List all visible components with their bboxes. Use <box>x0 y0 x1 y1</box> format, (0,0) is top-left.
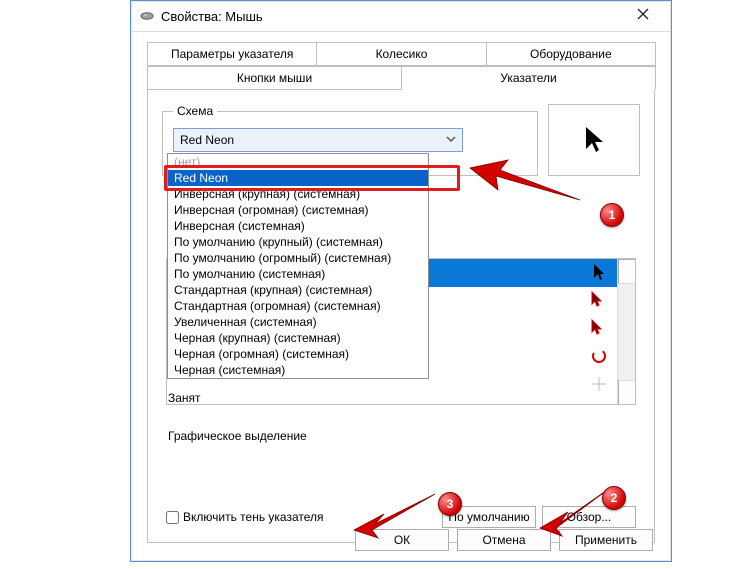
close-button[interactable] <box>623 7 663 25</box>
titlebar: Свойства: Мышь <box>131 1 671 32</box>
close-icon <box>637 8 649 20</box>
cursor-arrow-icon <box>581 125 607 155</box>
shadow-checkbox-label: Включить тень указателя <box>183 510 324 524</box>
below-labels: Занят Графическое выделение <box>168 387 307 447</box>
tab-wheel[interactable]: Колесико <box>316 42 486 66</box>
scheme-option[interactable]: Черная (системная) <box>168 362 428 378</box>
label-precision: Графическое выделение <box>168 425 307 447</box>
annotation-badge-3: 3 <box>438 492 462 516</box>
listbox-scrollbar[interactable]: ▲ ▼ <box>617 259 635 404</box>
tab-buttons[interactable]: Кнопки мыши <box>147 66 402 90</box>
mouse-icon <box>139 8 155 24</box>
annotation-badge-2: 2 <box>602 486 626 510</box>
chevron-down-icon <box>444 132 458 149</box>
cursor-help-icon <box>587 291 611 312</box>
mouse-properties-window: Свойства: Мышь Параметры указателя Колес… <box>130 0 672 562</box>
scheme-option[interactable]: Инверсная (системная) <box>168 218 428 234</box>
tab-pointers[interactable]: Указатели <box>401 66 656 90</box>
scheme-dropdown[interactable]: (нет)Red NeonИнверсная (крупная) (систем… <box>167 153 429 379</box>
scroll-down-button[interactable]: ▼ <box>618 380 636 404</box>
window-title: Свойства: Мышь <box>161 9 623 24</box>
scroll-up-button[interactable]: ▲ <box>618 259 636 284</box>
tab-hardware[interactable]: Оборудование <box>486 42 656 66</box>
cancel-button[interactable]: Отмена <box>457 529 551 551</box>
cursor-busy-icon <box>587 347 611 368</box>
scheme-option[interactable]: Стандартная (крупная) (системная) <box>168 282 428 298</box>
tab-pointer-options[interactable]: Параметры указателя <box>147 42 317 66</box>
scheme-option[interactable]: Черная (крупная) (системная) <box>168 330 428 346</box>
shadow-checkbox[interactable] <box>166 511 179 524</box>
browse-button[interactable]: Обзор... <box>542 506 636 528</box>
scheme-option[interactable]: По умолчанию (огромный) (системная) <box>168 250 428 266</box>
scheme-option[interactable]: Увеличенная (системная) <box>168 314 428 330</box>
scheme-option[interactable]: Red Neon <box>168 170 428 186</box>
cursor-precision-icon <box>587 375 611 396</box>
apply-button[interactable]: Применить <box>559 529 653 551</box>
scheme-combobox[interactable]: Red Neon <box>173 128 463 152</box>
cursor-arrow-icon <box>587 263 611 284</box>
scheme-selected-text: Red Neon <box>180 133 234 147</box>
scheme-option[interactable]: Инверсная (огромная) (системная) <box>168 202 428 218</box>
scheme-legend: Схема <box>173 104 217 118</box>
scheme-option[interactable]: Стандартная (огромная) (системная) <box>168 298 428 314</box>
annotation-badge-1: 1 <box>600 203 624 227</box>
scheme-option[interactable]: По умолчанию (крупный) (системная) <box>168 234 428 250</box>
scheme-option[interactable]: По умолчанию (системная) <box>168 266 428 282</box>
scheme-option[interactable]: Инверсная (крупная) (системная) <box>168 186 428 202</box>
scheme-option[interactable]: (нет) <box>168 154 428 170</box>
label-busy: Занят <box>168 387 307 409</box>
cursor-working-icon <box>587 319 611 340</box>
scheme-option[interactable]: Черная (огромная) (системная) <box>168 346 428 362</box>
scheme-preview <box>548 104 640 176</box>
ok-button[interactable]: ОК <box>355 529 449 551</box>
